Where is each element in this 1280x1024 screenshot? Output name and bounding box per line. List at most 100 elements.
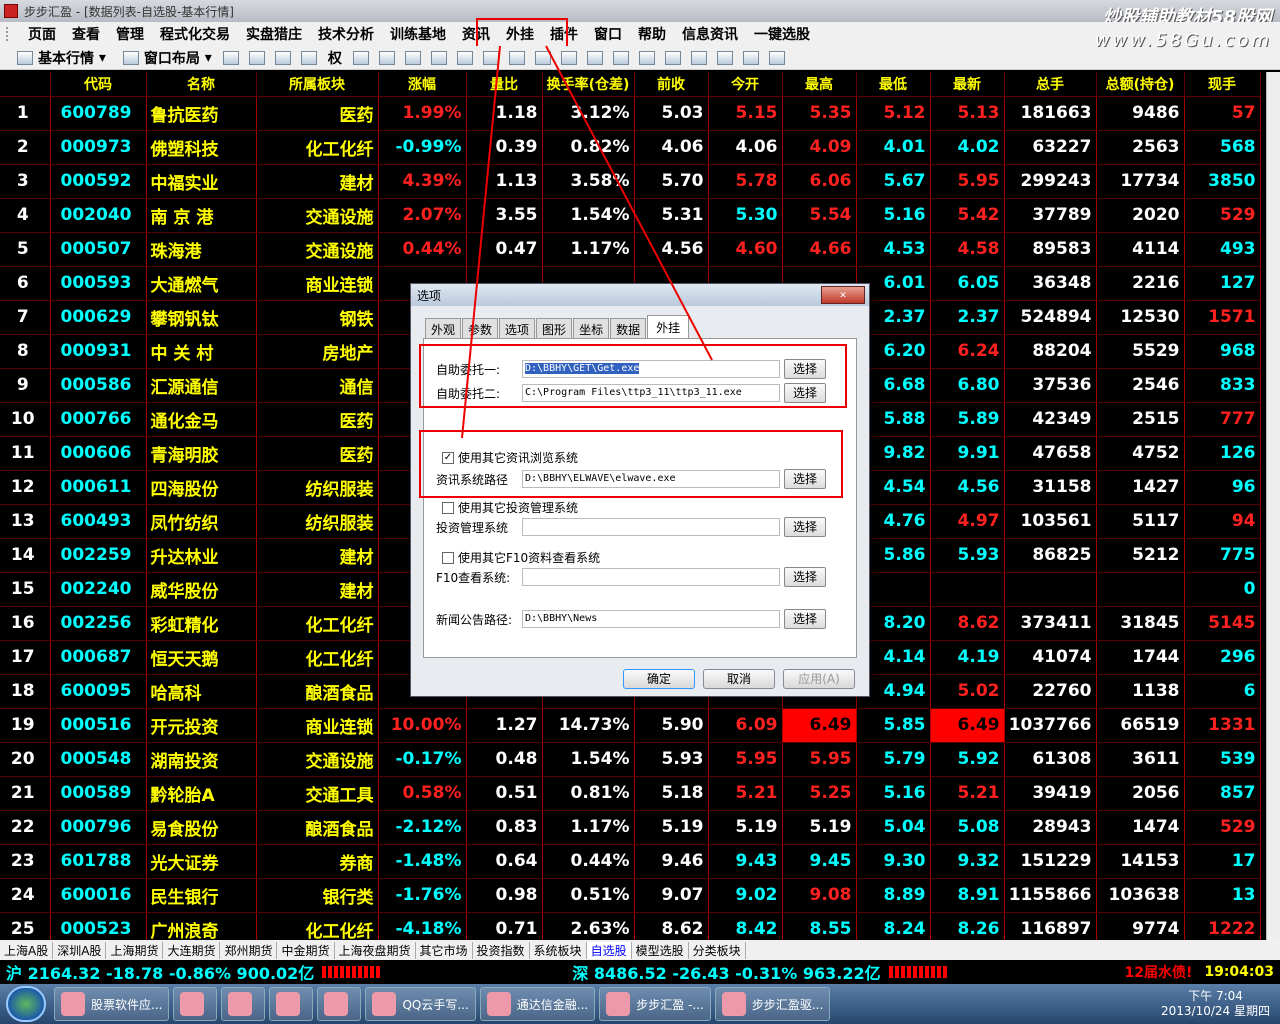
market-tab-5[interactable]: 中金期货 bbox=[277, 941, 335, 959]
market-tab-0[interactable]: 上海A股 bbox=[0, 941, 54, 959]
invest-field[interactable] bbox=[522, 518, 780, 536]
panel-icon[interactable] bbox=[586, 50, 603, 65]
table-row[interactable]: 21 000589 黔轮胎A 交通工具 0.58% 0.51 0.81% 5.18 5.21 5.… bbox=[0, 776, 1261, 811]
entrust2-field[interactable]: C:\Program Files\ttp3_11\ttp3_11.exe bbox=[522, 384, 780, 402]
entrust1-choose-button[interactable]: 选择 bbox=[784, 359, 826, 379]
col-header-9[interactable]: 最高 bbox=[782, 72, 857, 97]
col-header-5[interactable]: 量比 bbox=[466, 72, 543, 97]
dialog-tab-4[interactable]: 坐标 bbox=[573, 318, 610, 340]
list-icon[interactable] bbox=[560, 50, 577, 65]
f10-field[interactable] bbox=[522, 568, 780, 586]
col-header-0[interactable] bbox=[0, 72, 51, 97]
dialog-tab-3[interactable]: 图形 bbox=[536, 318, 573, 340]
zoom-out-icon[interactable] bbox=[378, 50, 395, 65]
menu-11[interactable]: 帮助 bbox=[630, 24, 674, 44]
table-row[interactable]: 19 000516 开元投资 商业连锁 10.00% 1.27 14.73% 5.90 6.09… bbox=[0, 708, 1261, 743]
market-tab-6[interactable]: 上海夜盘期货 bbox=[335, 941, 416, 959]
close-button[interactable]: ✕ bbox=[821, 286, 865, 304]
start-button[interactable] bbox=[6, 986, 46, 1022]
taskbar-item-8[interactable]: 步步汇盈驱... bbox=[714, 987, 831, 1021]
menu-2[interactable]: 管理 bbox=[108, 24, 152, 44]
menu-10[interactable]: 窗口 bbox=[586, 24, 630, 44]
invest-system-checkbox[interactable]: 使用其它投资管理系统 bbox=[442, 499, 578, 516]
col-header-7[interactable]: 前收 bbox=[634, 72, 709, 97]
menu-13[interactable]: 一键选股 bbox=[746, 24, 818, 44]
taskbar-item-2[interactable] bbox=[221, 987, 266, 1021]
cancel-button[interactable]: 取消 bbox=[703, 669, 775, 689]
parallel-tool-icon[interactable] bbox=[768, 50, 785, 65]
col-header-13[interactable]: 总额(持仓) bbox=[1096, 72, 1185, 97]
market-tab-12[interactable]: 分类板块 bbox=[689, 941, 746, 959]
taskbar-item-7[interactable]: 步步汇盈 -... bbox=[599, 987, 711, 1021]
bar-chart-icon[interactable] bbox=[404, 50, 421, 65]
fib-tool-icon[interactable] bbox=[742, 50, 759, 65]
menu-1[interactable]: 查看 bbox=[64, 24, 108, 44]
screen-icon[interactable] bbox=[612, 50, 629, 65]
warning-icon[interactable] bbox=[482, 50, 499, 65]
ok-button[interactable]: 确定 bbox=[623, 669, 695, 689]
table-row[interactable]: 3 000592 中福实业 建材 4.39% 1.13 3.58% 5.70 5.78 6.06 5… bbox=[0, 164, 1261, 199]
taskbar-item-1[interactable] bbox=[173, 987, 218, 1021]
taskbar-item-3[interactable] bbox=[269, 987, 314, 1021]
f10-checkbox[interactable]: 使用其它F10资料查看系统 bbox=[442, 549, 600, 566]
dialog-tab-1[interactable]: 参数 bbox=[462, 318, 499, 340]
taskbar-item-5[interactable]: QQ云手写... bbox=[365, 987, 476, 1021]
ray-tool-icon[interactable] bbox=[690, 50, 707, 65]
table-row[interactable]: 23 601788 光大证券 券商 -1.48% 0.64 0.44% 9.46 9.43 9.4… bbox=[0, 844, 1261, 879]
col-header-14[interactable]: 现手 bbox=[1184, 72, 1261, 97]
crosshair-icon[interactable] bbox=[274, 50, 291, 65]
dialog-tab-6[interactable]: 外挂 bbox=[647, 315, 690, 340]
col-header-11[interactable]: 最新 bbox=[930, 72, 1005, 97]
dialog-tab-0[interactable]: 外观 bbox=[425, 318, 462, 340]
vertical-scrollbar[interactable] bbox=[1266, 72, 1280, 940]
col-header-1[interactable]: 代码 bbox=[50, 72, 147, 97]
dialog-tab-5[interactable]: 数据 bbox=[610, 318, 647, 340]
market-tab-10[interactable]: 自选股 bbox=[586, 941, 632, 959]
frame-icon[interactable] bbox=[638, 50, 655, 65]
zoom-in-icon[interactable] bbox=[352, 50, 369, 65]
table-row[interactable]: 22 000796 易食股份 酿酒食品 -2.12% 0.83 1.17% 5.19 5.19 5… bbox=[0, 810, 1261, 845]
menu-4[interactable]: 实盘猎庄 bbox=[238, 24, 310, 44]
window-layout-button[interactable]: 窗口布局 ▾ bbox=[112, 48, 218, 68]
market-tab-8[interactable]: 投资指数 bbox=[473, 941, 530, 959]
taskbar-item-6[interactable]: 通达信金融... bbox=[479, 987, 596, 1021]
invest-choose-button[interactable]: 选择 bbox=[784, 517, 826, 537]
table-icon[interactable] bbox=[300, 50, 317, 65]
news-ann-choose-button[interactable]: 选择 bbox=[784, 609, 826, 629]
text-icon[interactable] bbox=[430, 50, 447, 65]
channel-tool-icon[interactable] bbox=[716, 50, 733, 65]
menu-9[interactable]: 插件 bbox=[542, 24, 586, 44]
col-header-12[interactable]: 总手 bbox=[1004, 72, 1097, 97]
menu-5[interactable]: 技术分析 bbox=[310, 24, 382, 44]
col-header-10[interactable]: 最低 bbox=[856, 72, 931, 97]
line-tool-icon[interactable] bbox=[664, 50, 681, 65]
f10-choose-button[interactable]: 选择 bbox=[784, 567, 826, 587]
table-row[interactable]: 20 000548 湖南投资 交通设施 -0.17% 0.48 1.54% 5.93 5.95 5… bbox=[0, 742, 1261, 777]
menu-0[interactable]: 页面 bbox=[20, 24, 64, 44]
folder-icon[interactable] bbox=[222, 50, 239, 65]
apply-button[interactable]: 应用(A) bbox=[783, 669, 855, 689]
table-row[interactable]: 4 002040 南 京 港交通设施 2.07% 3.55 1.54% 5.31 5.30 5.… bbox=[0, 198, 1261, 233]
alert-text[interactable]: 12届水债! bbox=[1124, 962, 1192, 982]
market-tab-2[interactable]: 上海期货 bbox=[106, 941, 164, 959]
market-tab-9[interactable]: 系统板块 bbox=[530, 941, 587, 959]
col-header-2[interactable]: 名称 bbox=[146, 72, 257, 97]
table-row[interactable]: 24 600016 民生银行 银行类 -1.76% 0.98 0.51% 9.07 9.02 9.… bbox=[0, 878, 1261, 913]
entrust1-field[interactable]: D:\BBHY\GET\Get.exe bbox=[522, 360, 780, 378]
rights-button[interactable]: 权 bbox=[322, 48, 348, 68]
table-row[interactable]: 25 000523 广州浪奇 化工化纤 -4.18% 0.71 2.63% 8.62 8.42 8… bbox=[0, 912, 1261, 940]
market-tab-1[interactable]: 深圳A股 bbox=[53, 941, 107, 959]
system-clock[interactable]: 下午 7:04 2013/10/24 星期四 bbox=[1151, 989, 1280, 1019]
menu-12[interactable]: 信息资讯 bbox=[674, 24, 746, 44]
news-ann-field[interactable]: D:\BBHY\News bbox=[522, 610, 780, 628]
col-header-8[interactable]: 今开 bbox=[708, 72, 783, 97]
sync-icon[interactable] bbox=[456, 50, 473, 65]
menu-8[interactable]: 外挂 bbox=[498, 24, 542, 44]
basic-quote-button[interactable]: 基本行情 ▾ bbox=[6, 48, 112, 68]
col-header-4[interactable]: 涨幅 bbox=[378, 72, 467, 97]
settings-icon[interactable] bbox=[508, 50, 525, 65]
col-header-6[interactable]: 换手率(仓差) bbox=[542, 72, 635, 97]
table-row[interactable]: 1 600789 鲁抗医药 医药 1.99% 1.18 3.12% 5.03 5.15 5.35 5… bbox=[0, 96, 1261, 131]
col-header-3[interactable]: 所属板块 bbox=[256, 72, 379, 97]
market-tab-11[interactable]: 模型选股 bbox=[632, 941, 689, 959]
